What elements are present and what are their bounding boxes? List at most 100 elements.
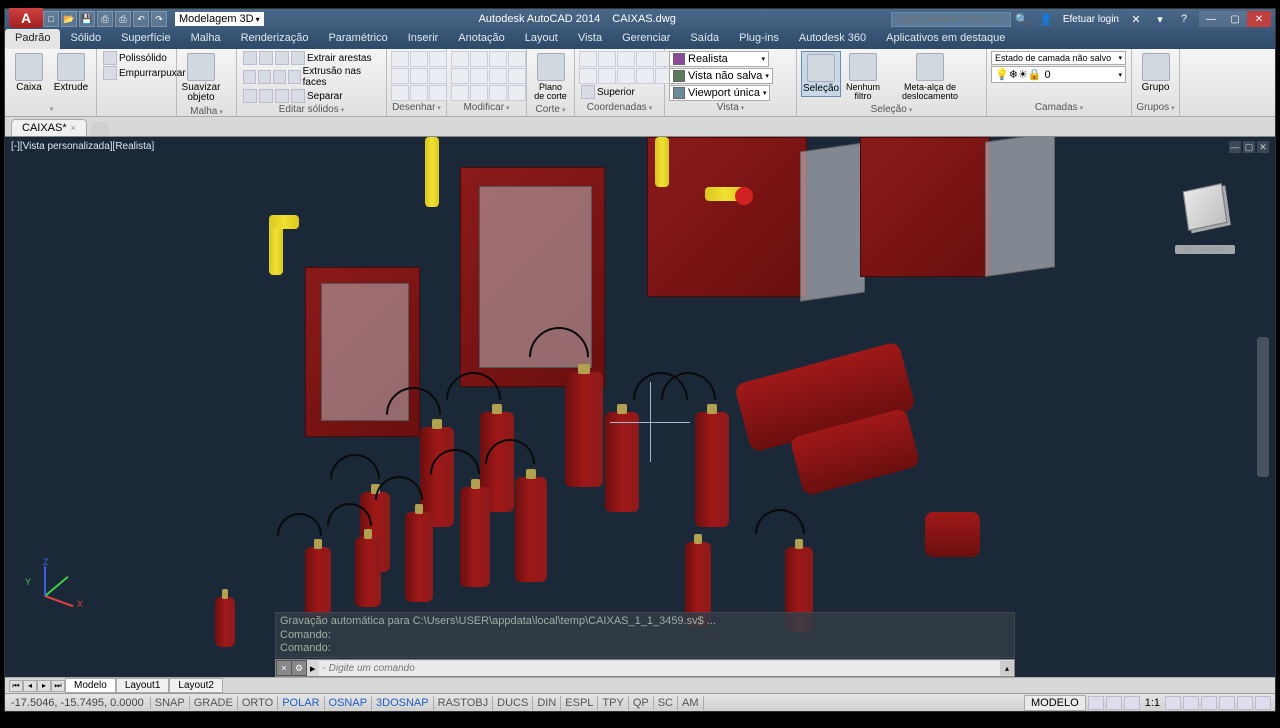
lock-ui-icon[interactable] — [1201, 696, 1217, 710]
search-icon[interactable]: 🔍 — [1011, 11, 1033, 27]
ribbon-tab-padrão[interactable]: Padrão — [5, 29, 60, 49]
ribbon-tab-anotação[interactable]: Anotação — [448, 29, 514, 49]
viewport-config-dropdown[interactable]: Viewport única — [669, 85, 770, 101]
layout-tab-layout1[interactable]: Layout1 — [116, 678, 170, 693]
open-icon[interactable]: 📂 — [61, 11, 77, 27]
layout-tab-layout2[interactable]: Layout2 — [169, 678, 223, 693]
gizmo-button[interactable]: Meta-alça de deslocamento — [885, 51, 975, 103]
maximize-button[interactable]: ▢ — [1223, 11, 1247, 27]
extrude-button[interactable]: Extrude — [51, 51, 91, 95]
ucs-icon[interactable]: X Y Z — [25, 557, 85, 617]
tab-prev-icon[interactable]: ◂ — [23, 680, 37, 692]
extract-edges-button[interactable]: Extrair arestas — [241, 51, 373, 65]
status-toggle-snap[interactable]: SNAP — [151, 696, 190, 710]
panel-coords[interactable]: Coordenadas — [579, 101, 660, 114]
redo-icon[interactable]: ↷ — [151, 11, 167, 27]
layout-tab-modelo[interactable]: Modelo — [65, 678, 116, 693]
grid-display-icon[interactable] — [1088, 696, 1104, 710]
viewport-minimize-icon[interactable]: — — [1229, 141, 1241, 153]
ribbon-tab-autodesk 360[interactable]: Autodesk 360 — [789, 29, 876, 49]
ribbon-tab-inserir[interactable]: Inserir — [398, 29, 449, 49]
save-icon[interactable]: 💾 — [79, 11, 95, 27]
tab-first-icon[interactable]: ⏮ — [9, 680, 23, 692]
group-button[interactable]: Grupo — [1136, 51, 1175, 95]
saved-view-dropdown[interactable]: Vista não salva — [669, 68, 773, 84]
cmd-close-icon[interactable]: × — [277, 661, 291, 675]
workspace-selector[interactable]: Modelagem 3D — [175, 12, 264, 26]
visual-style-dropdown[interactable]: Realista — [669, 51, 769, 67]
tab-next-icon[interactable]: ▸ — [37, 680, 51, 692]
smooth-button[interactable]: Suavizar objeto — [181, 51, 221, 105]
ribbon-tab-superfície[interactable]: Superfície — [111, 29, 181, 49]
status-toggle-sc[interactable]: SC — [654, 696, 678, 710]
plot-icon[interactable]: ⎙ — [115, 11, 131, 27]
presspull-button[interactable]: Empurrarpuxar — [101, 66, 188, 80]
tab-last-icon[interactable]: ⏭ — [51, 680, 65, 692]
ribbon-tab-sólido[interactable]: Sólido — [60, 29, 111, 49]
login-link[interactable]: Efetuar login — [1059, 14, 1123, 25]
status-toggle-tpy[interactable]: TPY — [598, 696, 628, 710]
status-toggle-polar[interactable]: POLAR — [278, 696, 324, 710]
ribbon-tab-plug-ins[interactable]: Plug-ins — [729, 29, 789, 49]
clean-screen-icon[interactable] — [1255, 696, 1271, 710]
box-button[interactable]: Caixa — [9, 51, 49, 95]
workspace-switch-icon[interactable] — [1183, 696, 1199, 710]
search-input[interactable] — [891, 12, 1011, 27]
viewcube[interactable]: Não nomeado — [1175, 187, 1235, 247]
viewport-close-icon[interactable]: ✕ — [1257, 141, 1269, 153]
panel-edit-solids[interactable]: Editar sólidos — [241, 103, 382, 116]
status-toggle-3dosnap[interactable]: 3DOSNAP — [372, 696, 434, 710]
signin-icon[interactable]: 👤 — [1035, 11, 1057, 27]
filter-button[interactable]: Nenhum filtro — [843, 51, 883, 103]
model-space-button[interactable]: MODELO — [1024, 695, 1086, 711]
panel-layers[interactable]: Camadas — [991, 101, 1127, 114]
saveas-icon[interactable]: ⎙ — [97, 11, 113, 27]
annotation-visibility-icon[interactable] — [1165, 696, 1181, 710]
separate-button[interactable]: Separar — [241, 89, 345, 103]
isolate-icon[interactable] — [1237, 696, 1253, 710]
cmd-recent-icon[interactable]: ▴ — [1000, 661, 1014, 675]
ribbon-tab-gerenciar[interactable]: Gerenciar — [612, 29, 680, 49]
viewport-maximize-icon[interactable]: ▢ — [1243, 141, 1255, 153]
panel-mesh[interactable]: Malha — [181, 105, 232, 117]
status-toggle-qp[interactable]: QP — [629, 696, 654, 710]
minimize-button[interactable]: — — [1199, 11, 1223, 27]
ribbon-tab-saída[interactable]: Saída — [680, 29, 729, 49]
ribbon-tab-malha[interactable]: Malha — [181, 29, 231, 49]
panel-modeling[interactable]: Modelagem 3D — [9, 104, 92, 114]
coordinates-display[interactable]: -17.5046, -15.7495, 0.0000 — [5, 697, 151, 709]
annotation-scale-icon[interactable] — [1124, 696, 1140, 710]
help-icon[interactable]: ? — [1173, 11, 1195, 27]
status-toggle-ducs[interactable]: DUCS — [493, 696, 533, 710]
viewport-label[interactable]: [-][Vista personalizada][Realista] — [11, 141, 154, 152]
close-button[interactable]: ✕ — [1247, 11, 1271, 27]
extrude-faces-button[interactable]: Extrusão nas faces — [241, 66, 382, 88]
ribbon-tab-paramétrico[interactable]: Paramétrico — [318, 29, 397, 49]
top-view-button[interactable]: Superior — [579, 85, 637, 99]
annotation-scale[interactable]: 1:1 — [1142, 697, 1163, 709]
status-toggle-am[interactable]: AM — [678, 696, 704, 710]
status-toggle-din[interactable]: DIN — [533, 696, 561, 710]
ribbon-tab-vista[interactable]: Vista — [568, 29, 612, 49]
undo-icon[interactable]: ↶ — [133, 11, 149, 27]
viewport[interactable]: [-][Vista personalizada][Realista] — ▢ ✕… — [5, 137, 1275, 677]
panel-selection[interactable]: Seleção — [801, 103, 982, 116]
new-icon[interactable]: □ — [43, 11, 59, 27]
navigation-bar[interactable] — [1257, 337, 1269, 477]
ribbon-tab-layout[interactable]: Layout — [515, 29, 568, 49]
hardware-accel-icon[interactable] — [1219, 696, 1235, 710]
quickprops-icon[interactable] — [1106, 696, 1122, 710]
panel-view[interactable]: Vista — [669, 101, 792, 114]
panel-draw[interactable]: Desenhar — [391, 101, 442, 114]
panel-groups[interactable]: Grupos — [1136, 101, 1175, 114]
section-plane-button[interactable]: Plano de corte — [531, 51, 570, 103]
close-tab-icon[interactable]: × — [71, 123, 76, 133]
panel-modify[interactable]: Modificar — [451, 101, 522, 114]
exchange-icon[interactable]: ✕ — [1125, 11, 1147, 27]
document-tab[interactable]: CAIXAS*× — [11, 119, 87, 136]
status-toggle-rastobj[interactable]: RASTOBJ — [434, 696, 494, 710]
panel-section[interactable]: Corte — [531, 103, 570, 116]
layer-dropdown[interactable]: 💡❄☀🔒0 — [991, 66, 1126, 83]
status-toggle-espl[interactable]: ESPL — [561, 696, 598, 710]
stayconnected-icon[interactable]: ▾ — [1149, 11, 1171, 27]
